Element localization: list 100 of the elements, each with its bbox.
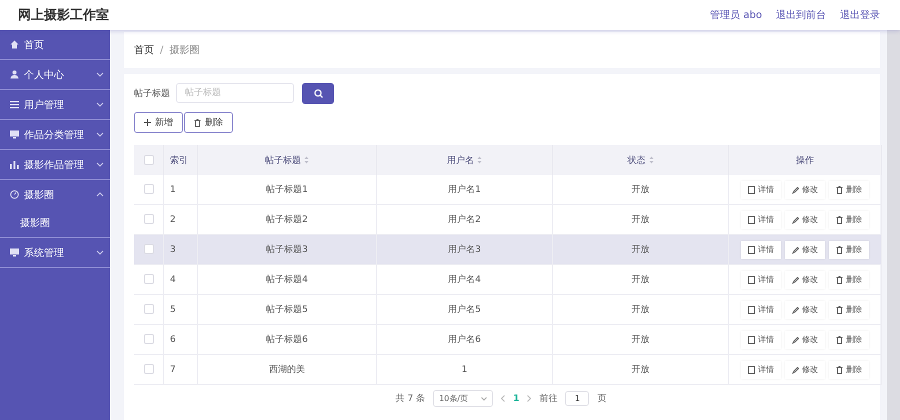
table-cell: 3: [170, 244, 176, 254]
user-icon: [10, 70, 19, 79]
table-cell: 5: [170, 304, 176, 314]
goto-label: 前往: [539, 392, 558, 405]
search-field[interactable]: 帖子标题: [176, 83, 294, 103]
edit-button[interactable]: 修改: [785, 300, 825, 318]
details-button[interactable]: 详情: [741, 270, 781, 288]
table-cell: 帖子标题5: [266, 305, 308, 315]
checkbox[interactable]: [144, 214, 154, 224]
sort-icon: [304, 156, 309, 164]
details-button[interactable]: 详情: [741, 300, 781, 318]
table-cell: 6: [170, 334, 176, 344]
column-header[interactable]: 用户名: [447, 156, 474, 166]
details-button[interactable]: 详情: [741, 330, 781, 348]
checkbox[interactable]: [144, 364, 154, 374]
delete-button[interactable]: 删除: [829, 300, 869, 318]
scrollbar[interactable]: [887, 30, 900, 420]
details-button[interactable]: 详情: [741, 240, 781, 258]
table-cell: 帖子标题3: [266, 245, 308, 255]
column-header[interactable]: 帖子标题: [265, 156, 301, 166]
chevron-left-icon: [501, 395, 506, 402]
home-icon: [10, 40, 19, 49]
table-cell: 开放: [632, 215, 650, 225]
total-count: 共 7 条: [396, 392, 426, 405]
menu-item[interactable]: 摄影圈: [24, 188, 91, 202]
pencil-icon: [792, 306, 799, 314]
document-icon: [748, 186, 755, 194]
table-cell: 用户名1: [448, 185, 481, 195]
trash-icon: [836, 306, 843, 314]
header-link[interactable]: 退出到前台: [776, 8, 826, 22]
details-button[interactable]: 详情: [741, 360, 781, 378]
menu-item[interactable]: 摄影作品管理: [24, 158, 91, 172]
menu-item[interactable]: 作品分类管理: [24, 128, 91, 142]
delete-button[interactable]: 删除: [829, 270, 869, 288]
delete-button[interactable]: 删除: [829, 180, 869, 198]
edit-button[interactable]: 修改: [785, 240, 825, 258]
column-header: 索引: [170, 156, 188, 166]
page-input[interactable]: 1: [565, 391, 590, 406]
menu-item[interactable]: 个人中心: [24, 68, 91, 82]
trash-icon: [836, 276, 843, 284]
column-header: 操作: [796, 156, 814, 166]
delete-button[interactable]: 删除: [829, 330, 869, 348]
checkbox[interactable]: [144, 334, 154, 344]
trash-icon: [836, 366, 843, 374]
details-button[interactable]: 详情: [741, 210, 781, 228]
sort-icon: [648, 156, 654, 164]
table-cell: 帖子标题6: [266, 335, 308, 345]
trash-icon: [836, 246, 843, 254]
page-suffix: 页: [597, 393, 606, 405]
delete-button[interactable]: 删除: [829, 210, 869, 228]
search-icon: [314, 88, 322, 98]
checkbox[interactable]: [144, 304, 154, 314]
trash-icon: [836, 186, 843, 194]
gauge-icon: [10, 190, 19, 199]
document-icon: [748, 336, 755, 344]
bar-chart-icon: [10, 160, 19, 169]
table-cell: 开放: [632, 275, 650, 285]
page-size-select[interactable]: 10条/页: [433, 390, 494, 407]
table-cell: 1: [462, 364, 468, 374]
chevron-down-icon: [481, 396, 488, 400]
menu-item[interactable]: 用户管理: [24, 98, 91, 112]
checkbox[interactable]: [144, 244, 154, 254]
table-cell: 开放: [632, 305, 650, 315]
pencil-icon: [792, 186, 799, 194]
details-button[interactable]: 详情: [741, 180, 781, 198]
monitor-icon: [10, 130, 19, 139]
header-link[interactable]: 退出登录: [840, 8, 880, 22]
delete-button[interactable]: 删除: [829, 240, 869, 258]
table-cell: 1: [170, 184, 176, 194]
search-button[interactable]: [302, 82, 334, 104]
table-cell: 开放: [632, 185, 650, 195]
edit-button[interactable]: 修改: [785, 270, 825, 288]
column-header[interactable]: 状态: [628, 156, 646, 166]
edit-button[interactable]: 修改: [785, 330, 825, 348]
plus-icon: [144, 119, 151, 126]
table-cell: 帖子标题1: [266, 185, 308, 195]
trash-icon: [194, 118, 201, 126]
table-cell: 用户名4: [448, 275, 481, 285]
menu-item[interactable]: 首页: [24, 38, 104, 52]
edit-button[interactable]: 修改: [785, 210, 825, 228]
table-cell: 开放: [632, 335, 650, 345]
edit-button[interactable]: 修改: [785, 360, 825, 378]
list-icon: [10, 100, 19, 109]
breadcrumb-item[interactable]: 首页: [134, 43, 154, 57]
chevron-right-icon: [527, 395, 532, 402]
pencil-icon: [792, 366, 799, 374]
edit-button[interactable]: 修改: [785, 180, 825, 198]
table-cell: 帖子标题4: [266, 275, 308, 285]
checkbox[interactable]: [144, 274, 154, 284]
checkbox[interactable]: [144, 184, 154, 194]
delete-button[interactable]: 删除: [829, 360, 869, 378]
breadcrumb-separator: /: [160, 44, 164, 56]
menu-item[interactable]: 系统管理: [24, 246, 91, 260]
search-label: 帖子标题: [134, 88, 170, 100]
submenu-item[interactable]: 摄影圈: [20, 216, 50, 230]
sort-icon: [477, 156, 482, 164]
delete-button[interactable]: 删除: [184, 112, 233, 133]
header-link[interactable]: 管理员 abo: [710, 8, 762, 22]
add-button[interactable]: 新增: [134, 112, 183, 133]
checkbox[interactable]: [144, 154, 154, 165]
